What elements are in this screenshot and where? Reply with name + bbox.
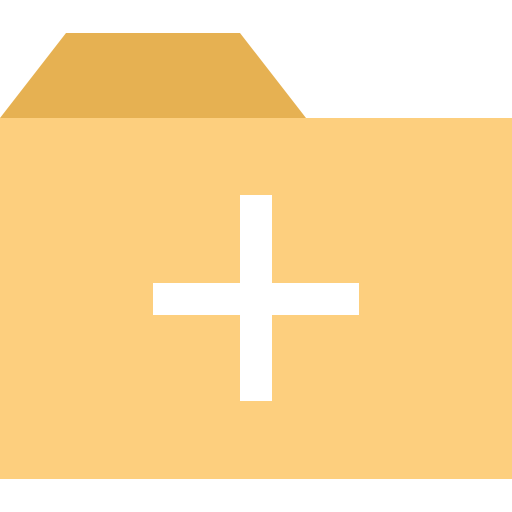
new-folder-icon bbox=[0, 33, 512, 479]
folder-tab bbox=[0, 33, 306, 118]
plus-horizontal-bar bbox=[153, 283, 359, 315]
icon-canvas bbox=[0, 0, 512, 512]
